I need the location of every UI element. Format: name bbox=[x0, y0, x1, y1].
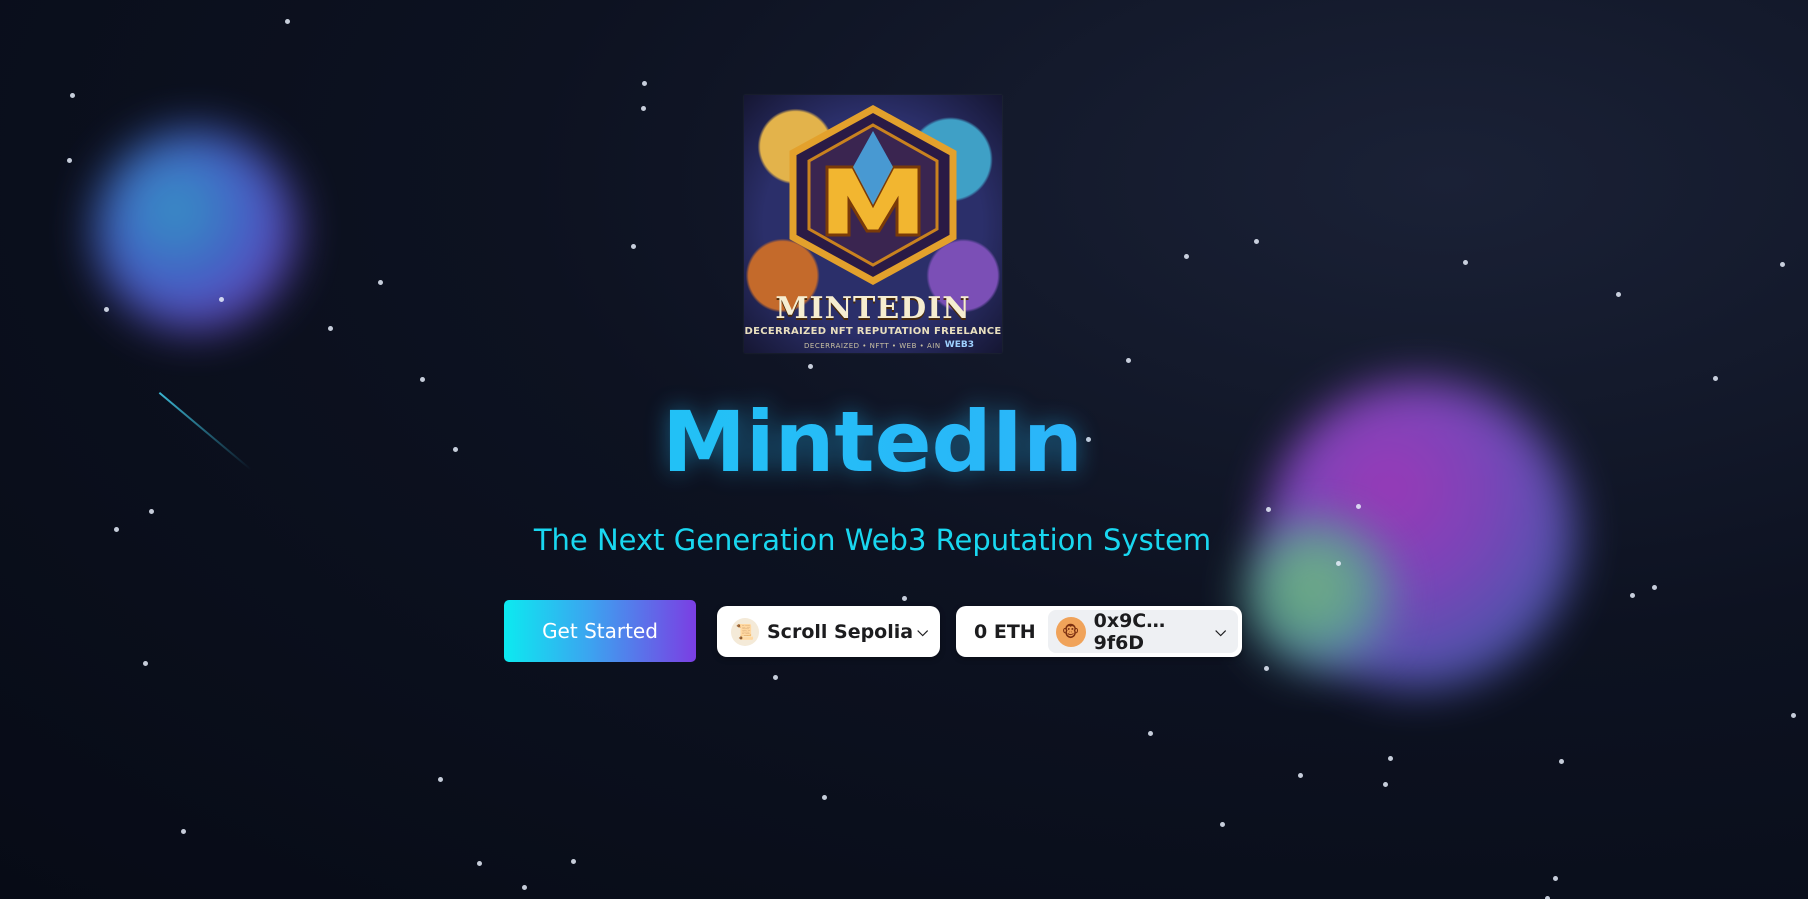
hero-section: MINTEDIN DECERRAIZED NFT REPUTATION FREE… bbox=[0, 0, 1808, 899]
logo-tagline: DECERRAIZED NFT REPUTATION FREELANCE bbox=[744, 326, 1002, 337]
emoji-avatar-icon: 🐵 bbox=[1055, 616, 1086, 647]
page-title: MintedIn bbox=[0, 392, 1745, 492]
page-subtitle: The Next Generation Web3 Reputation Syst… bbox=[533, 523, 1212, 557]
network-name: Scroll Sepolia bbox=[767, 620, 914, 643]
wallet-address: 0x9C…9f6D bbox=[1093, 609, 1166, 654]
wallet-balance: 0 ETH bbox=[974, 620, 1036, 643]
chevron-down-icon: ⌵ bbox=[917, 623, 928, 640]
hexagon-m-emblem-icon bbox=[789, 105, 957, 285]
logo-web3-badge: WEB3 bbox=[944, 340, 974, 350]
landing-page: MINTEDIN DECERRAIZED NFT REPUTATION FREE… bbox=[0, 0, 1808, 899]
chevron-down-icon: ⌵ bbox=[1215, 623, 1226, 640]
wallet-account-panel: 0 ETH 🐵 0x9C…9f6D ⌵ bbox=[956, 606, 1242, 657]
network-selector-button[interactable]: 📜 Scroll Sepolia ⌵ bbox=[717, 606, 940, 657]
account-button[interactable]: 🐵 0x9C…9f6D ⌵ bbox=[1047, 609, 1238, 654]
scroll-icon: 📜 bbox=[731, 617, 759, 646]
logo-small-text: DECERRAIZED • NFTT • WEB • AIN bbox=[804, 342, 941, 350]
get-started-button[interactable]: Get Started bbox=[504, 600, 696, 662]
logo-wordmark: MINTEDIN bbox=[775, 291, 971, 326]
mintedin-logo: MINTEDIN DECERRAIZED NFT REPUTATION FREE… bbox=[744, 95, 1002, 353]
